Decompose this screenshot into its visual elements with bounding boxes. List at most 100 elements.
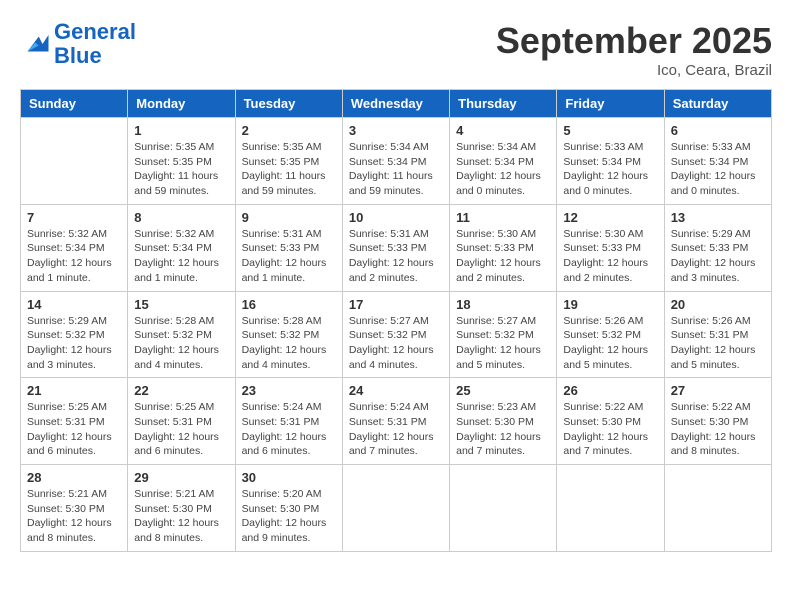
calendar-cell: 9 Sunrise: 5:31 AM Sunset: 5:33 PM Daylig…: [235, 204, 342, 291]
calendar-header-row: SundayMondayTuesdayWednesdayThursdayFrid…: [21, 90, 772, 118]
day-info: Sunrise: 5:22 AM Sunset: 5:30 PM Dayligh…: [563, 400, 657, 459]
day-number: 3: [349, 123, 443, 138]
calendar-cell: 19 Sunrise: 5:26 AM Sunset: 5:32 PM Dayli…: [557, 291, 664, 378]
day-number: 11: [456, 210, 550, 225]
day-header-friday: Friday: [557, 90, 664, 118]
calendar-cell: 25 Sunrise: 5:23 AM Sunset: 5:30 PM Dayli…: [450, 378, 557, 465]
day-header-wednesday: Wednesday: [342, 90, 449, 118]
day-info: Sunrise: 5:20 AM Sunset: 5:30 PM Dayligh…: [242, 487, 336, 546]
day-header-thursday: Thursday: [450, 90, 557, 118]
calendar-week-5: 28 Sunrise: 5:21 AM Sunset: 5:30 PM Dayli…: [21, 465, 772, 552]
day-number: 7: [27, 210, 121, 225]
day-header-monday: Monday: [128, 90, 235, 118]
day-info: Sunrise: 5:28 AM Sunset: 5:32 PM Dayligh…: [242, 314, 336, 373]
day-number: 13: [671, 210, 765, 225]
logo: General Blue: [20, 20, 136, 68]
calendar-week-2: 7 Sunrise: 5:32 AM Sunset: 5:34 PM Daylig…: [21, 204, 772, 291]
day-number: 24: [349, 383, 443, 398]
day-number: 6: [671, 123, 765, 138]
day-header-tuesday: Tuesday: [235, 90, 342, 118]
day-info: Sunrise: 5:29 AM Sunset: 5:33 PM Dayligh…: [671, 227, 765, 286]
day-info: Sunrise: 5:35 AM Sunset: 5:35 PM Dayligh…: [242, 140, 336, 199]
day-info: Sunrise: 5:21 AM Sunset: 5:30 PM Dayligh…: [134, 487, 228, 546]
calendar-cell: 30 Sunrise: 5:20 AM Sunset: 5:30 PM Dayli…: [235, 465, 342, 552]
calendar-cell: 27 Sunrise: 5:22 AM Sunset: 5:30 PM Dayli…: [664, 378, 771, 465]
day-info: Sunrise: 5:28 AM Sunset: 5:32 PM Dayligh…: [134, 314, 228, 373]
day-info: Sunrise: 5:25 AM Sunset: 5:31 PM Dayligh…: [134, 400, 228, 459]
calendar-cell: 18 Sunrise: 5:27 AM Sunset: 5:32 PM Dayli…: [450, 291, 557, 378]
calendar-cell: 29 Sunrise: 5:21 AM Sunset: 5:30 PM Dayli…: [128, 465, 235, 552]
calendar-cell: [450, 465, 557, 552]
day-info: Sunrise: 5:24 AM Sunset: 5:31 PM Dayligh…: [349, 400, 443, 459]
day-info: Sunrise: 5:31 AM Sunset: 5:33 PM Dayligh…: [349, 227, 443, 286]
calendar-cell: 10 Sunrise: 5:31 AM Sunset: 5:33 PM Dayli…: [342, 204, 449, 291]
day-number: 12: [563, 210, 657, 225]
calendar-cell: 13 Sunrise: 5:29 AM Sunset: 5:33 PM Dayli…: [664, 204, 771, 291]
day-info: Sunrise: 5:27 AM Sunset: 5:32 PM Dayligh…: [349, 314, 443, 373]
calendar-cell: [664, 465, 771, 552]
calendar-cell: 2 Sunrise: 5:35 AM Sunset: 5:35 PM Daylig…: [235, 118, 342, 205]
calendar-cell: 24 Sunrise: 5:24 AM Sunset: 5:31 PM Dayli…: [342, 378, 449, 465]
day-number: 14: [27, 297, 121, 312]
calendar-cell: [21, 118, 128, 205]
day-number: 20: [671, 297, 765, 312]
calendar-cell: 7 Sunrise: 5:32 AM Sunset: 5:34 PM Daylig…: [21, 204, 128, 291]
day-number: 9: [242, 210, 336, 225]
day-info: Sunrise: 5:25 AM Sunset: 5:31 PM Dayligh…: [27, 400, 121, 459]
day-info: Sunrise: 5:34 AM Sunset: 5:34 PM Dayligh…: [456, 140, 550, 199]
day-number: 28: [27, 470, 121, 485]
day-info: Sunrise: 5:23 AM Sunset: 5:30 PM Dayligh…: [456, 400, 550, 459]
day-number: 17: [349, 297, 443, 312]
day-number: 18: [456, 297, 550, 312]
day-number: 15: [134, 297, 228, 312]
day-number: 25: [456, 383, 550, 398]
day-number: 10: [349, 210, 443, 225]
calendar-title: September 2025: [496, 20, 772, 62]
day-header-saturday: Saturday: [664, 90, 771, 118]
calendar-cell: 21 Sunrise: 5:25 AM Sunset: 5:31 PM Dayli…: [21, 378, 128, 465]
day-number: 26: [563, 383, 657, 398]
calendar-cell: [557, 465, 664, 552]
day-info: Sunrise: 5:34 AM Sunset: 5:34 PM Dayligh…: [349, 140, 443, 199]
calendar-week-4: 21 Sunrise: 5:25 AM Sunset: 5:31 PM Dayli…: [21, 378, 772, 465]
day-number: 22: [134, 383, 228, 398]
day-info: Sunrise: 5:31 AM Sunset: 5:33 PM Dayligh…: [242, 227, 336, 286]
calendar-cell: 1Sunrise: 5:35 AM Sunset: 5:35 PM Daylig…: [128, 118, 235, 205]
calendar-cell: 4 Sunrise: 5:34 AM Sunset: 5:34 PM Daylig…: [450, 118, 557, 205]
day-number: 5: [563, 123, 657, 138]
calendar-cell: 3 Sunrise: 5:34 AM Sunset: 5:34 PM Daylig…: [342, 118, 449, 205]
calendar-cell: 5Sunrise: 5:33 AM Sunset: 5:34 PM Daylig…: [557, 118, 664, 205]
day-number: 27: [671, 383, 765, 398]
day-number: 2: [242, 123, 336, 138]
day-info: Sunrise: 5:27 AM Sunset: 5:32 PM Dayligh…: [456, 314, 550, 373]
calendar-cell: 28 Sunrise: 5:21 AM Sunset: 5:30 PM Dayli…: [21, 465, 128, 552]
day-header-sunday: Sunday: [21, 90, 128, 118]
day-info: Sunrise: 5:26 AM Sunset: 5:32 PM Dayligh…: [563, 314, 657, 373]
calendar-cell: 12Sunrise: 5:30 AM Sunset: 5:33 PM Dayli…: [557, 204, 664, 291]
day-number: 29: [134, 470, 228, 485]
day-info: Sunrise: 5:21 AM Sunset: 5:30 PM Dayligh…: [27, 487, 121, 546]
calendar-subtitle: Ico, Ceara, Brazil: [496, 62, 772, 79]
day-number: 4: [456, 123, 550, 138]
day-info: Sunrise: 5:22 AM Sunset: 5:30 PM Dayligh…: [671, 400, 765, 459]
day-info: Sunrise: 5:32 AM Sunset: 5:34 PM Dayligh…: [27, 227, 121, 286]
day-number: 21: [27, 383, 121, 398]
calendar-cell: 8Sunrise: 5:32 AM Sunset: 5:34 PM Daylig…: [128, 204, 235, 291]
day-number: 19: [563, 297, 657, 312]
logo-icon: [20, 29, 50, 59]
calendar-cell: 26 Sunrise: 5:22 AM Sunset: 5:30 PM Dayli…: [557, 378, 664, 465]
day-info: Sunrise: 5:32 AM Sunset: 5:34 PM Dayligh…: [134, 227, 228, 286]
calendar-cell: 16Sunrise: 5:28 AM Sunset: 5:32 PM Dayli…: [235, 291, 342, 378]
logo-text: General Blue: [54, 20, 136, 68]
day-number: 30: [242, 470, 336, 485]
title-area: September 2025 Ico, Ceara, Brazil: [496, 20, 772, 79]
calendar-cell: 11Sunrise: 5:30 AM Sunset: 5:33 PM Dayli…: [450, 204, 557, 291]
calendar-cell: 22 Sunrise: 5:25 AM Sunset: 5:31 PM Dayli…: [128, 378, 235, 465]
day-info: Sunrise: 5:26 AM Sunset: 5:31 PM Dayligh…: [671, 314, 765, 373]
calendar-cell: 6Sunrise: 5:33 AM Sunset: 5:34 PM Daylig…: [664, 118, 771, 205]
day-info: Sunrise: 5:29 AM Sunset: 5:32 PM Dayligh…: [27, 314, 121, 373]
calendar-cell: 15 Sunrise: 5:28 AM Sunset: 5:32 PM Dayli…: [128, 291, 235, 378]
calendar-week-1: 1Sunrise: 5:35 AM Sunset: 5:35 PM Daylig…: [21, 118, 772, 205]
calendar-week-3: 14 Sunrise: 5:29 AM Sunset: 5:32 PM Dayli…: [21, 291, 772, 378]
calendar-cell: [342, 465, 449, 552]
